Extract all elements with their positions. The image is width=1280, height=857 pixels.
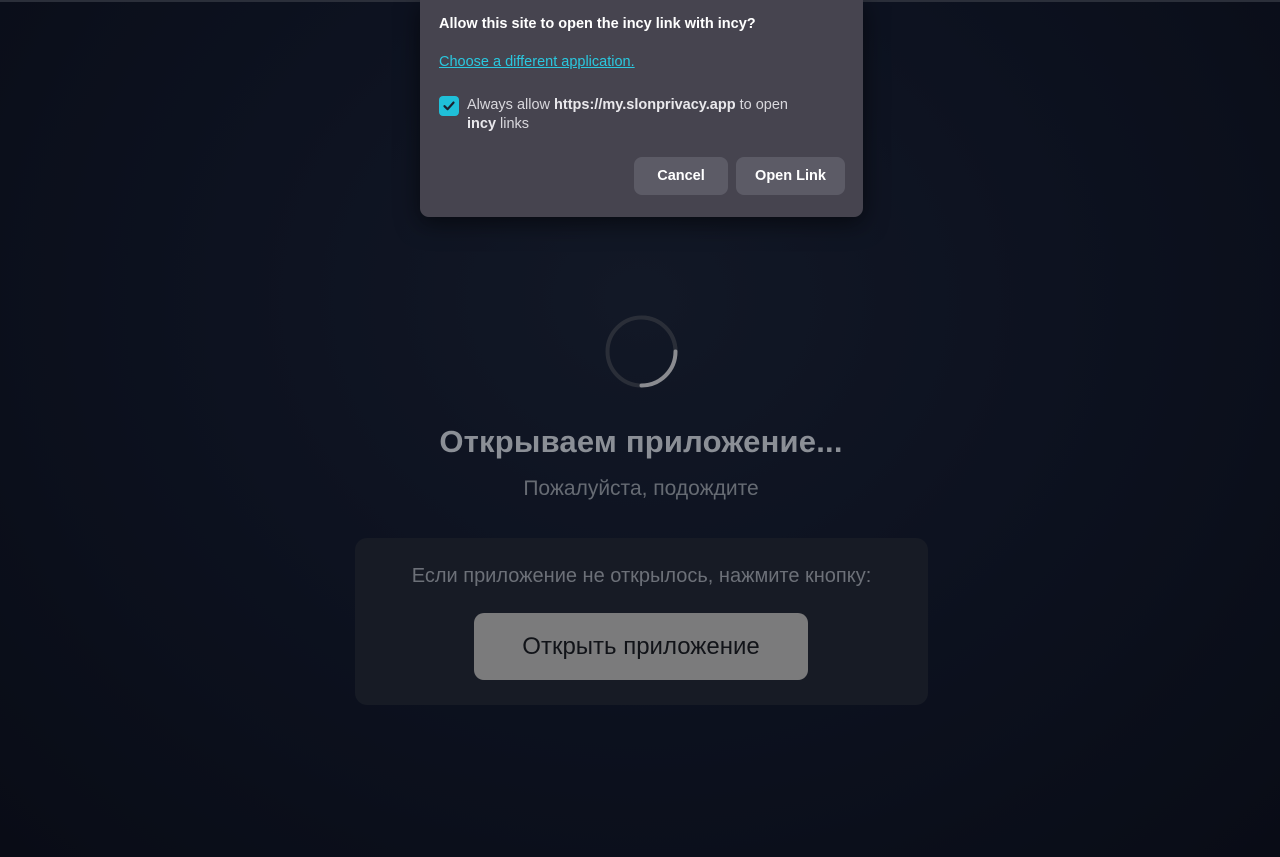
links-suffix: links	[496, 116, 530, 132]
always-allow-prefix: Always allow	[467, 97, 555, 113]
to-open-text: to open	[735, 97, 789, 113]
cancel-button[interactable]: Cancel	[634, 157, 728, 195]
loading-subtitle: Пожалуйста, подождите	[523, 477, 759, 500]
open-app-button[interactable]: Открыть приложение	[474, 613, 808, 680]
always-allow-label: Always allow https://my.slonprivacy.app …	[467, 96, 847, 134]
fallback-card: Если приложение не открылось, нажмите кн…	[355, 538, 928, 705]
fallback-text: Если приложение не открылось, нажмите кн…	[411, 565, 872, 587]
checkmark-icon	[443, 101, 455, 111]
loading-spinner-icon	[605, 315, 678, 388]
always-allow-checkbox[interactable]	[439, 96, 459, 116]
site-url: https://my.slonprivacy.app	[554, 97, 736, 113]
loading-title: Открываем приложение...	[439, 424, 843, 459]
page: Открываем приложение... Пожалуйста, подо…	[0, 0, 1280, 857]
choose-application-link[interactable]: Choose a different application.	[439, 54, 635, 70]
open-link-button[interactable]: Open Link	[736, 157, 845, 195]
dialog-title: Allow this site to open the incy link wi…	[439, 16, 756, 32]
open-link-dialog: Allow this site to open the incy link wi…	[420, 0, 863, 217]
app-name: incy	[467, 116, 497, 132]
